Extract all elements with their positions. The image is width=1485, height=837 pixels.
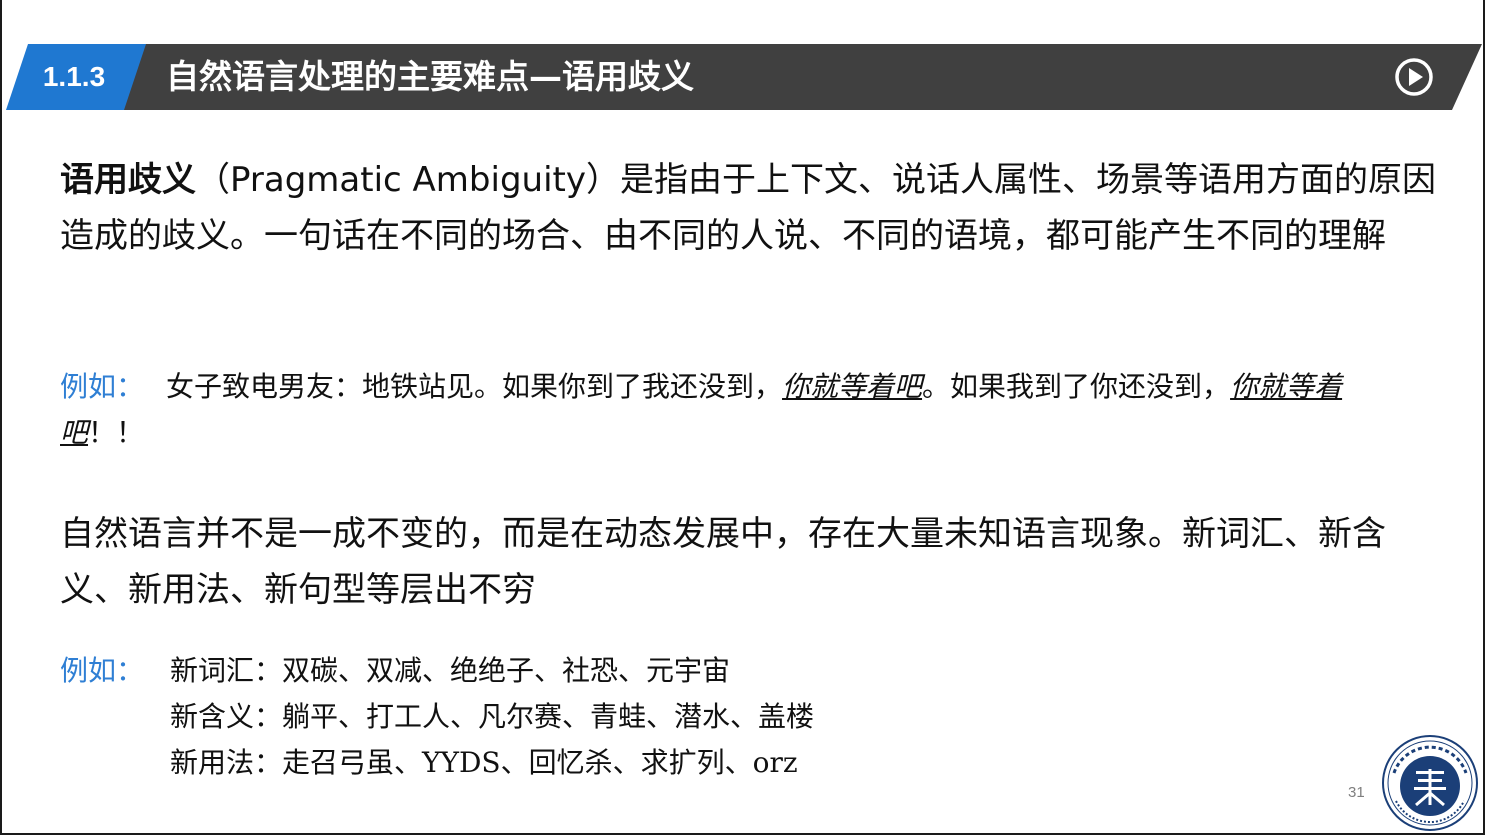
example-pragmatic: 例如： 女子致电男友：地铁站见。如果你到了我还没到，你就等着吧。如果我到了你还没到…	[60, 364, 1420, 456]
example-row: 新用法：走召弓虽、YYDS、回忆杀、求扩列、orz	[60, 740, 1420, 786]
example-text-part3: ！！	[88, 416, 145, 449]
new-meanings-line: 新含义：躺平、打工人、凡尔赛、青蛙、潜水、盖楼	[170, 700, 815, 733]
definition-text: （Pragmatic Ambiguity）是指由于上下文、说话人属性、场景等语用…	[60, 160, 1436, 256]
example-label: 例如：	[60, 370, 145, 403]
example-text-part1: 女子致电男友：地铁站见。如果你到了我还没到，	[166, 370, 783, 403]
example-new-words: 例如： 新词汇：双碳、双减、绝绝子、社恐、元宇宙 新含义：躺平、打工人、凡尔赛、…	[60, 648, 1420, 786]
new-usages-line: 新用法：走召弓虽、YYDS、回忆杀、求扩列、orz	[170, 746, 798, 779]
definition-paragraph: 语用歧义（Pragmatic Ambiguity）是指由于上下文、说话人属性、场…	[60, 152, 1450, 264]
page-number: 31	[1348, 784, 1365, 801]
example-row: 例如： 新词汇：双碳、双减、绝绝子、社恐、元宇宙	[60, 648, 1420, 694]
university-seal-logo	[1382, 735, 1478, 831]
slide-title: 自然语言处理的主要难点—语用歧义	[166, 57, 694, 96]
example-label: 例如：	[60, 654, 145, 687]
example-emphasis-1: 你就等着吧	[782, 370, 923, 403]
example-text-part2: 。如果我到了你还没到，	[922, 370, 1231, 403]
dynamic-language-paragraph: 自然语言并不是一成不变的，而是在动态发展中，存在大量未知语言现象。新词汇、新含义…	[60, 514, 1386, 610]
new-words-line: 新词汇：双碳、双减、绝绝子、社恐、元宇宙	[170, 654, 731, 687]
play-circle-icon[interactable]	[1394, 57, 1434, 97]
example-row: 新含义：躺平、打工人、凡尔赛、青蛙、潜水、盖楼	[60, 694, 1420, 740]
definition-term: 语用歧义	[60, 160, 196, 200]
section-number: 1.1.3	[42, 61, 106, 92]
